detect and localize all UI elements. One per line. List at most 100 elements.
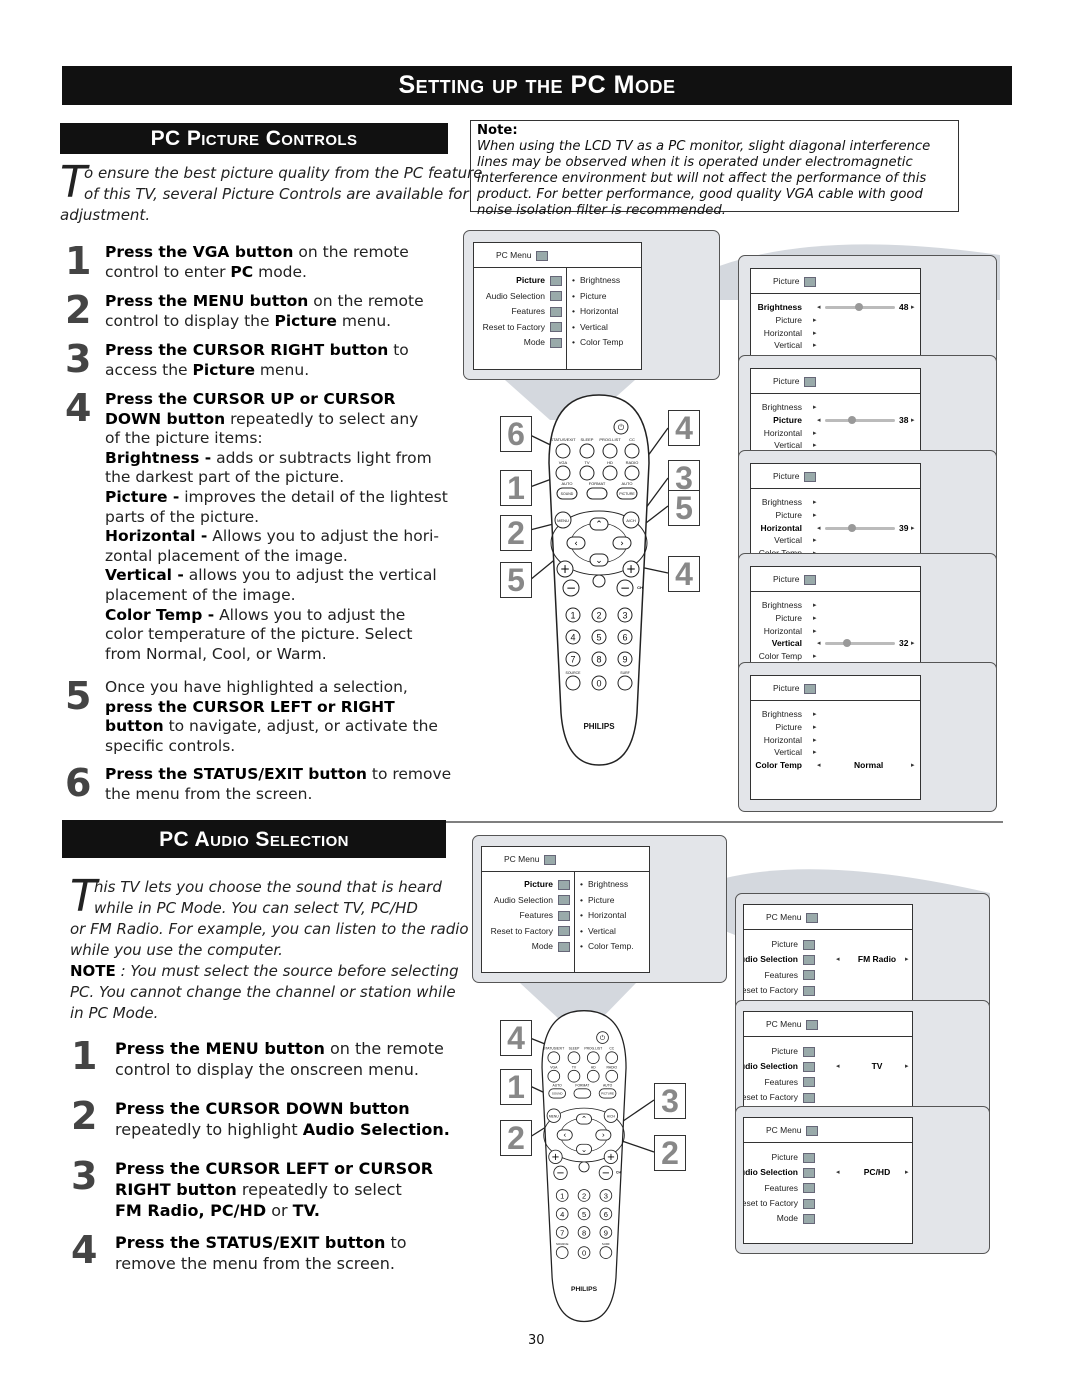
menu-item[interactable]: Picture (776, 612, 802, 625)
menu-item[interactable]: Brightness (762, 599, 802, 612)
remote-button[interactable] (602, 465, 618, 481)
menu-item[interactable]: Vertical (774, 339, 802, 352)
menu-item[interactable]: Picture (772, 938, 815, 951)
button-label: PROG.LIST (599, 437, 621, 442)
menu-item[interactable]: Picture (524, 878, 570, 891)
menu-item-icon (803, 985, 815, 996)
remote-button[interactable] (555, 1246, 569, 1259)
remote-button[interactable] (624, 443, 640, 459)
left-arrow-icon: ◂ (817, 304, 821, 311)
step-line: Press the VGA button on the remote (105, 243, 409, 263)
menu-item[interactable]: Reset to Factory (744, 1091, 815, 1104)
menu-item[interactable]: Brightness (762, 401, 802, 414)
remote-button[interactable] (605, 1051, 619, 1065)
menu-item[interactable]: Horizontal (764, 625, 802, 638)
menu-item[interactable]: Mode (777, 1212, 815, 1225)
digit-label: 9 (604, 1228, 608, 1237)
menu-item[interactable]: Vertical (774, 534, 802, 547)
mute-button[interactable] (578, 1161, 590, 1173)
menu-item[interactable]: Picture (776, 721, 802, 734)
menu-item-label: Horizontal (763, 625, 802, 636)
menu-item[interactable]: Horizontal (764, 734, 802, 747)
menu-item[interactable]: Features (764, 969, 815, 982)
remote-button[interactable] (579, 443, 595, 459)
menu-item[interactable]: Color Temp (755, 759, 802, 772)
remote-button[interactable] (617, 675, 633, 691)
audio-menu-panel: PC Menu Picture Audio Selection ◂ FM Radio ▸ F… (735, 893, 990, 1011)
remote-button[interactable] (586, 487, 608, 500)
remote-button[interactable] (555, 465, 571, 481)
submenu-label: Picture (587, 894, 615, 905)
menu-item[interactable]: Reset to Factory (744, 1197, 815, 1210)
audio-intro: This TV lets you choose the sound that i… (70, 875, 469, 1024)
menu-item[interactable]: Vertical (772, 637, 802, 650)
remote-button[interactable] (624, 465, 640, 481)
remote-button[interactable] (547, 1069, 561, 1083)
remote-button[interactable] (605, 1069, 619, 1083)
remote-button[interactable] (565, 675, 581, 691)
picture-icon (804, 376, 817, 387)
remote-button[interactable] (547, 1051, 561, 1065)
menu-item[interactable]: Audio Selection (494, 894, 570, 907)
step-line: remove the menu from the screen. (115, 1253, 407, 1274)
remote-button[interactable] (586, 1051, 600, 1065)
button-label: HD (591, 1066, 596, 1070)
menu-item[interactable]: Horizontal (764, 427, 802, 440)
remote-button[interactable] (602, 443, 618, 459)
menu-item[interactable]: Audio Selection (744, 1060, 815, 1073)
step-text: FM Radio, PC/HD (115, 1201, 267, 1220)
menu-item[interactable]: Picture (516, 274, 562, 287)
menu-item[interactable]: Features (764, 1076, 815, 1089)
remote-button[interactable] (555, 443, 571, 459)
step-text: adds or subtracts light from (211, 448, 432, 467)
step-text: zontal placement of the image. (105, 546, 348, 565)
cursor-up-icon: ⌃ (581, 1115, 587, 1124)
menu-item[interactable]: Reset to Factory (491, 925, 570, 938)
remote-button[interactable] (567, 1069, 581, 1083)
step-text: Picture (192, 360, 255, 379)
right-arrow-icon: ▸ (905, 956, 909, 964)
remote-button[interactable] (573, 1088, 592, 1099)
menu-item[interactable]: Mode (532, 940, 570, 953)
remote-button[interactable] (586, 1069, 600, 1083)
remote-button[interactable] (579, 465, 595, 481)
step-number: 4 (71, 1228, 98, 1272)
menu-item[interactable]: Brightness (762, 496, 802, 509)
menu-item[interactable]: Picture (776, 314, 802, 327)
mute-button[interactable] (592, 574, 606, 588)
menu-item[interactable]: Features (511, 305, 562, 318)
menu-item[interactable]: Features (519, 909, 570, 922)
menu-item[interactable]: Brightness (762, 708, 802, 721)
menu-item[interactable]: Reset to Factory (744, 984, 815, 997)
left-arrow-icon: ◂ (817, 762, 821, 770)
remote-control-picture: ⏻ STATUS/EXIT SLEEP PROG.LIST CC VGA TV HD RADIO… (548, 394, 650, 766)
right-arrow-icon: ▸ (905, 1063, 909, 1071)
menu-item[interactable]: Audio Selection (744, 1166, 815, 1179)
step-text: button (105, 717, 164, 736)
note-text: : You must select the source before sele… (115, 962, 459, 980)
intro-line: while in PC Mode. You can select TV, PC/… (94, 899, 418, 917)
audio-source-value: FM Radio (857, 954, 897, 965)
menu-item[interactable]: Horizontal (760, 522, 802, 535)
menu-item[interactable]: Mode (524, 336, 562, 349)
right-arrow-icon: ▸ (911, 304, 915, 311)
cursor-down-icon: ⌄ (595, 556, 603, 566)
remote-button[interactable] (567, 1051, 581, 1065)
menu-item[interactable]: Features (764, 1182, 815, 1195)
step-line: specific controls. (105, 737, 438, 757)
menu-item[interactable]: Audio Selection (486, 290, 562, 303)
menu-item[interactable]: Vertical (774, 746, 802, 759)
step-line: Press the MENU button on the remote (105, 292, 424, 312)
remote-button[interactable] (599, 1246, 613, 1259)
menu-item[interactable]: Picture (772, 1151, 815, 1164)
menu-item[interactable]: Brightness (758, 301, 802, 314)
menu-item[interactable]: Horizontal (764, 327, 802, 340)
right-arrow-icon: ▸ (813, 342, 817, 350)
step-text: mode. (253, 262, 307, 281)
menu-item[interactable]: Picture (773, 414, 802, 427)
menu-item[interactable]: Reset to Factory (483, 321, 562, 334)
menu-item[interactable]: Audio Selection (744, 953, 815, 966)
menu-item[interactable]: Picture (772, 1045, 815, 1058)
menu-item[interactable]: Picture (776, 509, 802, 522)
menu-item-label: Features (764, 1182, 798, 1193)
